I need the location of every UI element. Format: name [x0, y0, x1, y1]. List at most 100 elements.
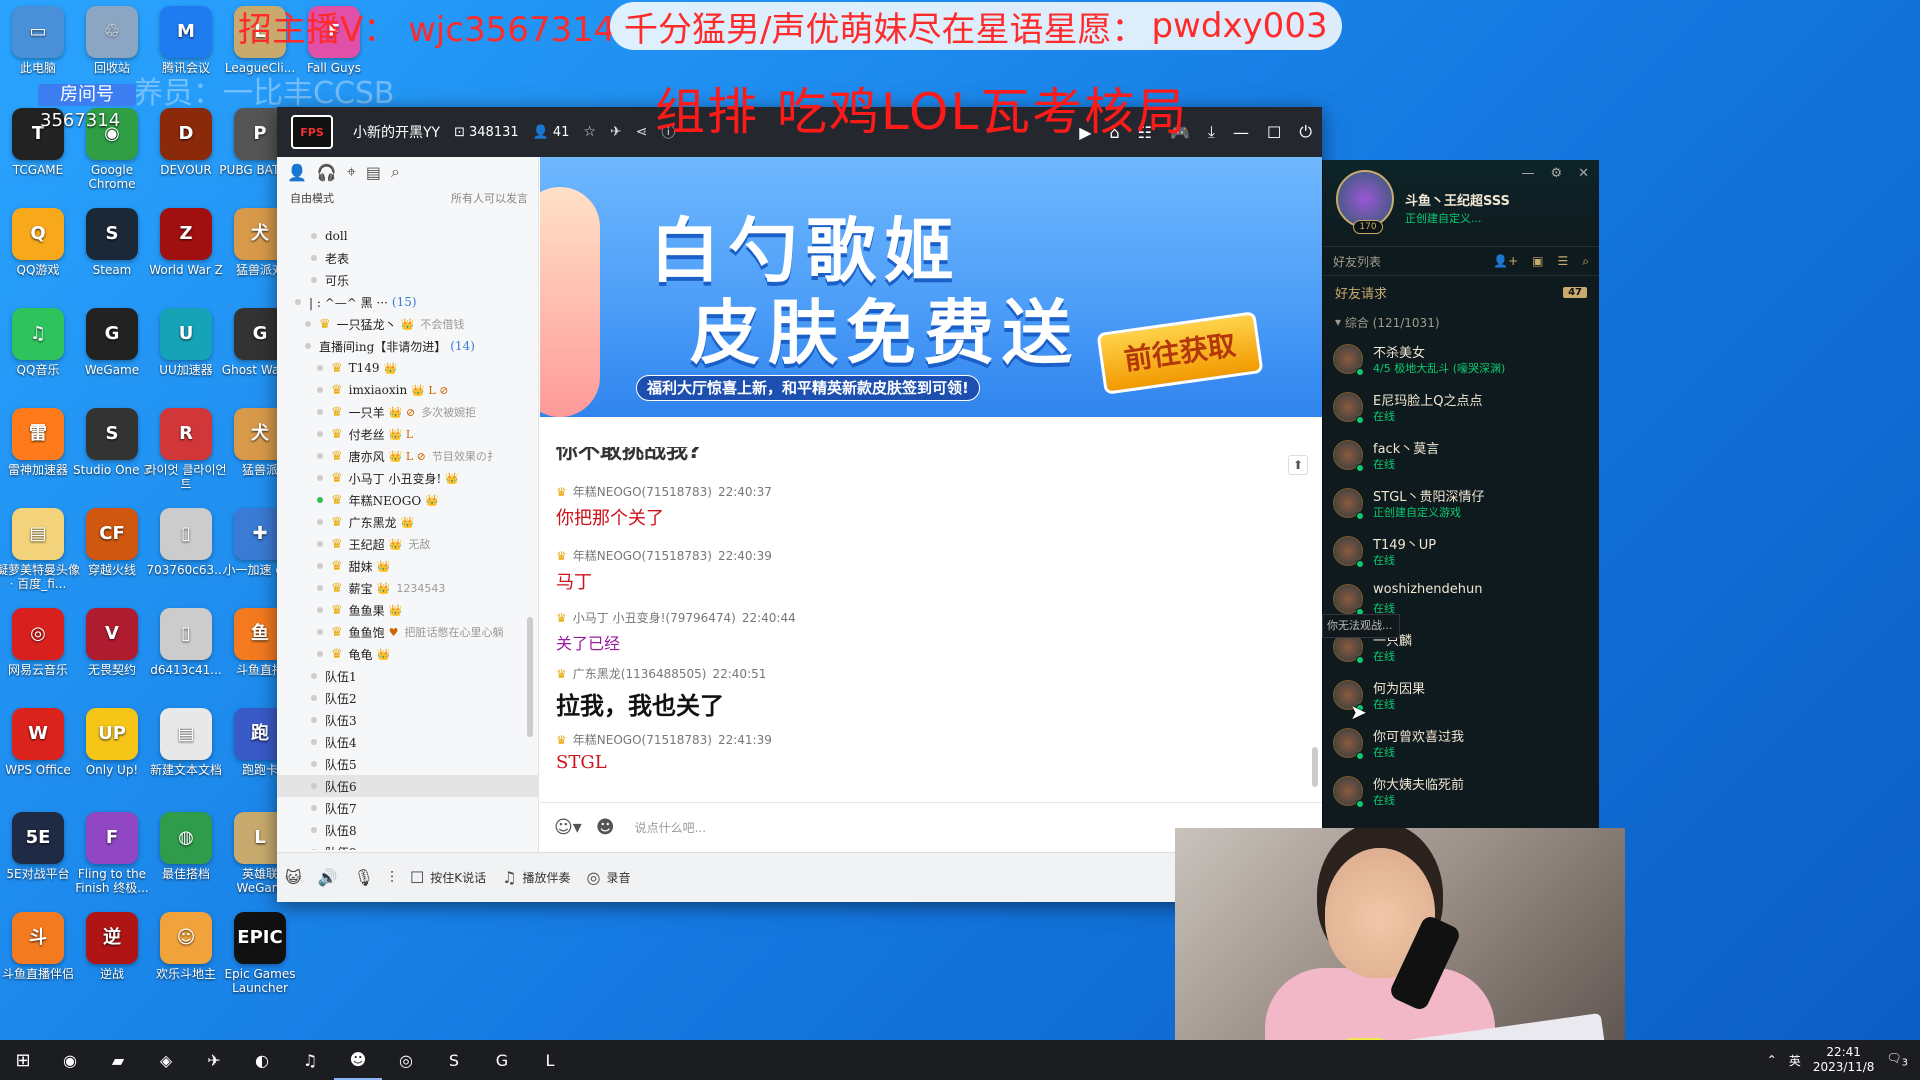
friend-item[interactable]: fack丶莫言 在线 [1333, 434, 1593, 482]
friend-item[interactable]: T149丶UP 在线 [1333, 530, 1593, 578]
channel-tree-row[interactable]: 队伍9 [277, 841, 539, 850]
taskbar-app-icon[interactable]: ☻ [334, 1040, 382, 1080]
channel-tree-row[interactable]: ♛ 一只羊 👑 ⊘ 多次被婉拒 [277, 401, 539, 423]
search-icon[interactable]: ⌕ [391, 162, 400, 182]
channel-tree-row[interactable]: ♛ imxiaoxin 👑 L ⊘ [277, 379, 539, 401]
share-icon[interactable]: ⋖ [636, 124, 648, 140]
desktop-icon[interactable]: ◎ 网易云音乐 [0, 608, 80, 677]
desktop-icon[interactable]: S Steam [70, 208, 154, 277]
add-folder-icon[interactable]: ▣ [1532, 254, 1543, 269]
desktop-icon[interactable]: U UU加速器 [144, 308, 228, 377]
tree-scrollbar[interactable] [527, 617, 533, 737]
desktop-icon[interactable]: 雷雷神加速器 [0, 408, 80, 477]
download-icon[interactable]: ⤓ [1208, 122, 1215, 142]
friend-item[interactable]: STGL丶贵阳深情仔 正创建自定义游戏 [1333, 482, 1593, 530]
channel-tree-row[interactable]: 队伍6 [277, 775, 539, 797]
taskbar-app-icon[interactable]: ✈ [190, 1040, 238, 1080]
channel-tree-row[interactable]: 队伍1 [277, 665, 539, 687]
channel-tree-row[interactable]: ♛ 鱼鱼饱 ♥ 把脏话憋在心里心躺 [277, 621, 539, 643]
message-sender[interactable]: 年糕NEOGO(71518783) [573, 547, 712, 564]
channel-tree-row[interactable]: 队伍4 [277, 731, 539, 753]
minimize-icon[interactable]: — [1521, 166, 1534, 181]
minimize-icon[interactable]: — [1233, 123, 1249, 142]
taskbar-app-icon[interactable]: L [526, 1040, 574, 1080]
channel-tree-row[interactable]: ♛ T149 👑 [277, 357, 539, 379]
power-icon[interactable]: ⏻ [1299, 122, 1312, 142]
friend-item[interactable]: 何为因果 在线 [1333, 674, 1593, 722]
message-sender[interactable]: 小马丁 小丑变身!(79796474) [573, 609, 736, 626]
chat-area[interactable]: 你不敢挑战我? ⬆ ♛ 年糕NEOGO(71518783) 22:40:37 你把那个… [540, 447, 1322, 802]
board-icon[interactable]: ▤ [366, 163, 381, 182]
speak-mode[interactable]: 自由模式 [290, 190, 334, 206]
desktop-icon[interactable]: ▯ d6413c41... [144, 608, 228, 677]
desktop-icon[interactable]: W WPS Office [0, 708, 80, 777]
channel-tree-row[interactable]: ♛ 一只猛龙丶 👑 不会借钱 [277, 313, 539, 335]
chat-scrollbar[interactable] [1312, 747, 1318, 787]
channel-tree-row[interactable]: 队伍2 [277, 687, 539, 709]
gear-icon[interactable]: ⚙ [1550, 166, 1562, 181]
star-icon[interactable]: ☆ [583, 124, 596, 140]
taskbar-app-icon[interactable]: ▰ [94, 1040, 142, 1080]
push-to-talk-button[interactable]: ☐ 按住K说话 [410, 868, 486, 887]
sticker-icon[interactable]: ☻ [596, 817, 615, 838]
taskbar-app-icon[interactable]: G [478, 1040, 526, 1080]
channel-tree-row[interactable]: ♛ 薪宝 👑 1234543 [277, 577, 539, 599]
desktop-icon[interactable]: ☺ 欢乐斗地主 [144, 912, 228, 981]
desktop-icon[interactable]: ▯ 703760c63... [144, 508, 228, 577]
windows-start-icon[interactable]: ⊞ [0, 1040, 46, 1080]
channel-tree-row[interactable]: 老表 [277, 247, 539, 269]
desktop-icon[interactable]: G WeGame [70, 308, 154, 377]
channel-tree-row[interactable]: 队伍8 [277, 819, 539, 841]
search-icon[interactable]: ⌕ [1582, 254, 1589, 269]
friend-group[interactable]: ▾ 综合 (121/1031) [1323, 310, 1599, 334]
desktop-icon[interactable]: CF 穿越火线 [70, 508, 154, 577]
channel-tree-row[interactable]: ♛ 广东黑龙 👑 [277, 511, 539, 533]
message-sender[interactable]: 年糕NEOGO(71518783) [573, 731, 712, 748]
desktop-icon[interactable]: F Fling to the Finish 终极... [70, 812, 154, 895]
chat-message[interactable]: ♛ 小马丁 小丑变身!(79796474) 22:40:44 关了已经 [556, 609, 1296, 654]
channel-tree[interactable]: doll 老表 可乐 | : ^—^ 黑 ··· (15) ♛ 一只猛龙丶 👑 不会借钱 直播间i… [277, 225, 539, 850]
record-button[interactable]: ◎ 录音 [587, 868, 631, 887]
desktop-icon[interactable]: 逆逆战 [70, 912, 154, 981]
taskbar-app-icon[interactable]: ◉ [46, 1040, 94, 1080]
chat-message[interactable]: ♛ 年糕NEOGO(71518783) 22:40:37 你把那个关了 [556, 483, 1296, 530]
person-icon[interactable]: 👤 [287, 163, 307, 182]
desktop-icon[interactable]: R 라이엇 클라이언트 [144, 408, 228, 491]
close-icon[interactable]: ✕ [1578, 166, 1589, 181]
banner-claim-button[interactable]: 前往获取 [1096, 311, 1264, 395]
channel-tree-row[interactable]: ♛ 王纪超 👑 无敌 [277, 533, 539, 555]
chat-message[interactable]: ♛ 广东黑龙(1136488505) 22:40:51 拉我，我也关了 [556, 665, 1296, 721]
speaker-icon[interactable]: 🔊 [318, 868, 338, 887]
friend-item[interactable]: E尼玛脸上Q之点点 在线 [1333, 386, 1593, 434]
chevron-up-icon[interactable]: ⌃ [1767, 1053, 1777, 1067]
avatar-icon[interactable]: 😺 [285, 868, 302, 887]
headset-icon[interactable]: 🎧 [317, 163, 337, 182]
plane-icon[interactable]: ✈ [610, 124, 622, 140]
channel-tree-row[interactable]: 直播间ing【非请勿进】 (14) [277, 335, 539, 357]
desktop-icon[interactable]: V 无畏契约 [70, 608, 154, 677]
channel-tree-row[interactable]: ♛ 甜妹 👑 [277, 555, 539, 577]
channel-tree-row[interactable]: ♛ 年糕NEOGO 👑 [277, 489, 539, 511]
desktop-icon[interactable]: ◍ 最佳搭档 [144, 812, 228, 881]
channel-tree-row[interactable]: ♛ 龟龟 👑 [277, 643, 539, 665]
microphone-icon[interactable]: 🎙 [354, 868, 374, 887]
desktop-icon[interactable]: EPIC Epic Games Launcher [218, 912, 302, 995]
desktop-icon[interactable]: ▭ 此电脑 [0, 6, 80, 75]
desktop-icon[interactable]: 斗斗鱼直播伴侣 [0, 912, 80, 981]
desktop-icon[interactable]: M 腾讯会议 [144, 6, 228, 75]
friend-item[interactable]: 你大姨夫临死前 在线 [1333, 770, 1593, 818]
yy-window[interactable]: FPS 小新的开黑YY ⊡ 348131 👤 41 ☆ ✈ ⋖ ⓘ ▶ ⌂ ☷ 🎮 … [277, 107, 1322, 902]
channel-tree-row[interactable]: 队伍5 [277, 753, 539, 775]
channel-tree-row[interactable]: ♛ 付老丝 👑 L [277, 423, 539, 445]
desktop-icon[interactable]: ♲ 回收站 [70, 6, 154, 75]
emoji-icon[interactable]: ☺▾ [554, 817, 582, 838]
mixer-icon[interactable]: ⫶ [390, 868, 394, 888]
maximize-icon[interactable]: ☐ [1267, 123, 1281, 142]
channel-tree-row[interactable]: ♛ 唐亦风 👑 L ⊘ 节目效果の扌 [277, 445, 539, 467]
scroll-top-icon[interactable]: ⬆ [1288, 455, 1308, 475]
notification-icon[interactable]: 🗨3 [1886, 1051, 1908, 1068]
location-icon[interactable]: ⌖ [347, 162, 356, 182]
friend-item[interactable]: 你可曾欢喜过我 在线 [1333, 722, 1593, 770]
chat-message[interactable]: ♛ 年糕NEOGO(71518783) 22:41:39 STGL [556, 731, 1296, 774]
chat-message[interactable]: ♛ 年糕NEOGO(71518783) 22:40:39 马丁 [556, 547, 1296, 594]
